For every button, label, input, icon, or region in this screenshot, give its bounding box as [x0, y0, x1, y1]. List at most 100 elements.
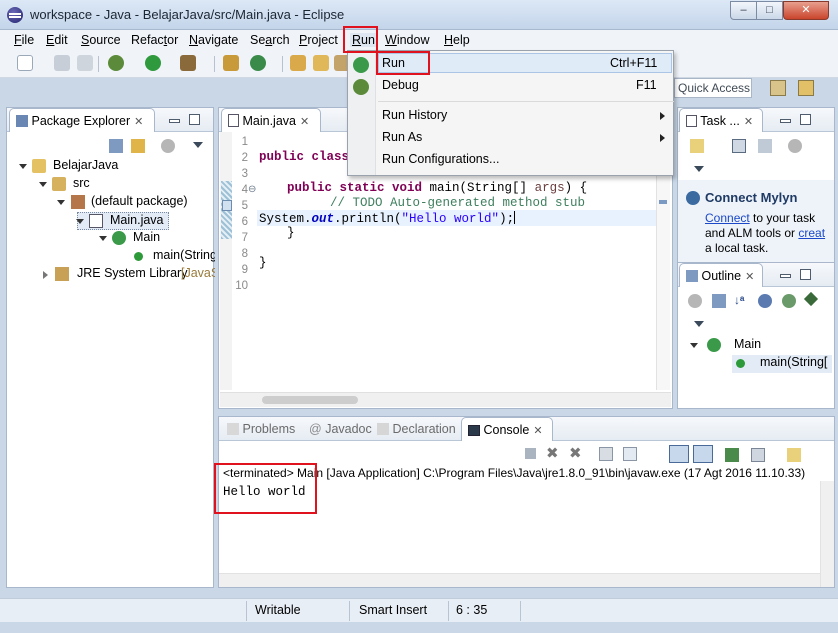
menu-project[interactable]: Project [299, 33, 338, 47]
java-perspective-icon[interactable] [798, 80, 814, 96]
show-on-stdout-icon[interactable] [669, 445, 689, 463]
show-on-stderr-icon[interactable] [693, 445, 713, 463]
tab-main-java[interactable]: Main.java ✕ [221, 108, 321, 132]
new-java-project-icon[interactable] [223, 55, 239, 71]
code-line-6[interactable]: System.out.println("Hello world"); [259, 211, 516, 226]
open-console-icon[interactable] [787, 448, 801, 462]
maximize-view-icon[interactable] [800, 269, 811, 280]
source-folder-icon [52, 177, 66, 191]
scheduled-icon[interactable] [758, 139, 772, 153]
categorized-icon[interactable] [732, 139, 746, 153]
mylyn-icon [686, 191, 700, 205]
maximize-view-icon[interactable] [189, 114, 200, 125]
minimize-button[interactable]: – [730, 1, 757, 20]
code-line-4[interactable]: public static void main(String[] args) { [287, 181, 587, 195]
code-line-2[interactable]: public class [259, 150, 349, 164]
tab-task-list[interactable]: Task ... ✕ [679, 108, 763, 132]
scroll-lock-icon[interactable] [623, 447, 637, 461]
menu-refactor[interactable]: Refactor [131, 33, 178, 47]
menu-item-run-history[interactable]: Run History [378, 106, 672, 126]
tab-javadoc[interactable]: @ Javadoc [303, 417, 378, 441]
tab-problems[interactable]: Problems [221, 417, 301, 441]
tree-item-main-java[interactable]: Main.java [76, 212, 169, 230]
task-overview-marker[interactable] [659, 200, 667, 204]
console-horizontal-scrollbar[interactable] [219, 573, 820, 587]
collapse-all-icon[interactable] [712, 294, 726, 308]
focus-icon[interactable] [688, 294, 702, 308]
close-icon[interactable]: ✕ [300, 116, 309, 128]
menu-help[interactable]: Help [444, 33, 470, 47]
focus-icon[interactable] [161, 139, 175, 153]
minimize-view-icon[interactable] [780, 119, 791, 123]
tab-console[interactable]: Console ✕ [461, 417, 553, 441]
open-type-icon[interactable] [290, 55, 306, 71]
new-class-icon[interactable] [250, 55, 266, 71]
focus-icon[interactable] [788, 139, 802, 153]
maximize-view-icon[interactable] [800, 114, 811, 125]
close-icon[interactable]: ✕ [745, 271, 754, 283]
run-icon[interactable] [145, 55, 161, 71]
editor-horizontal-scrollbar[interactable] [220, 392, 671, 407]
sort-icon[interactable]: ↓ᵃ [734, 293, 745, 307]
submenu-arrow-icon [660, 134, 665, 142]
close-icon[interactable]: ✕ [134, 116, 143, 128]
menu-window[interactable]: Window [385, 33, 429, 47]
save-icon[interactable] [54, 55, 70, 71]
new-icon[interactable] [17, 55, 33, 71]
menu-navigate[interactable]: Navigate [189, 33, 238, 47]
view-menu-icon[interactable] [193, 142, 203, 148]
menu-edit[interactable]: Edit [46, 33, 68, 47]
tab-declaration[interactable]: Declaration [371, 417, 462, 441]
tree-item-jre[interactable]: JRE System Library [JavaSE [43, 266, 215, 284]
open-perspective-icon[interactable] [770, 80, 786, 96]
terminate-icon[interactable] [525, 448, 536, 459]
console-icon [468, 425, 480, 436]
collapse-all-icon[interactable] [109, 139, 123, 153]
task-marker-icon[interactable] [222, 200, 232, 211]
save-all-icon[interactable] [77, 55, 93, 71]
quick-access-input[interactable]: Quick Access [674, 78, 752, 98]
pin-console-icon[interactable] [725, 448, 739, 462]
code-line-7[interactable]: } [287, 226, 295, 240]
outline-item-main-method[interactable]: main(String[ [732, 355, 832, 373]
open-folder-icon[interactable] [313, 55, 329, 71]
remove-launch-icon[interactable]: ✖ [546, 444, 559, 462]
code-line-9[interactable]: } [259, 256, 267, 270]
code-line-5[interactable]: // TODO Auto-generated method stub [330, 196, 585, 210]
tab-package-explorer[interactable]: Package Explorer ✕ [9, 108, 155, 132]
remove-all-launches-icon[interactable]: ✖ [569, 444, 582, 462]
menu-source[interactable]: Source [81, 33, 121, 47]
debug-icon [353, 79, 369, 95]
menu-item-run-as[interactable]: Run As [378, 128, 672, 148]
external-tools-icon[interactable] [180, 55, 196, 71]
fold-icon[interactable]: ⊖ [248, 184, 256, 195]
maximize-button[interactable]: □ [756, 1, 783, 20]
tree-item-main-method[interactable]: main(String [133, 248, 215, 266]
link-with-editor-icon[interactable] [131, 139, 145, 153]
minimize-view-icon[interactable] [780, 274, 791, 278]
console-vertical-scrollbar[interactable] [820, 481, 834, 587]
display-console-icon[interactable] [751, 448, 765, 462]
menu-search[interactable]: Search [250, 33, 290, 47]
scrollbar-thumb[interactable] [262, 396, 358, 404]
hide-non-public-icon[interactable] [803, 291, 819, 307]
clear-console-icon[interactable] [599, 447, 613, 461]
hide-static-icon[interactable] [782, 294, 796, 308]
menu-item-run-configurations[interactable]: Run Configurations... [378, 150, 672, 170]
view-menu-icon[interactable] [694, 166, 704, 172]
create-link[interactable]: creat [798, 226, 825, 240]
minimize-view-icon[interactable] [169, 119, 180, 123]
hide-fields-icon[interactable] [758, 294, 772, 308]
java-file-icon [228, 114, 239, 127]
close-window-button[interactable]: ✕ [783, 1, 829, 20]
menu-file[interactable]: File [14, 33, 34, 47]
tab-outline[interactable]: Outline ✕ [679, 263, 763, 287]
menu-item-debug[interactable]: Debug F11 [378, 76, 672, 96]
close-icon[interactable]: ✕ [533, 425, 542, 437]
debug-icon[interactable] [108, 55, 124, 71]
status-insert-mode: Smart Insert [359, 603, 428, 617]
connect-link[interactable]: Connect [705, 211, 750, 225]
close-icon[interactable]: ✕ [744, 116, 753, 128]
new-task-icon[interactable] [690, 139, 704, 153]
view-menu-icon[interactable] [694, 321, 704, 327]
